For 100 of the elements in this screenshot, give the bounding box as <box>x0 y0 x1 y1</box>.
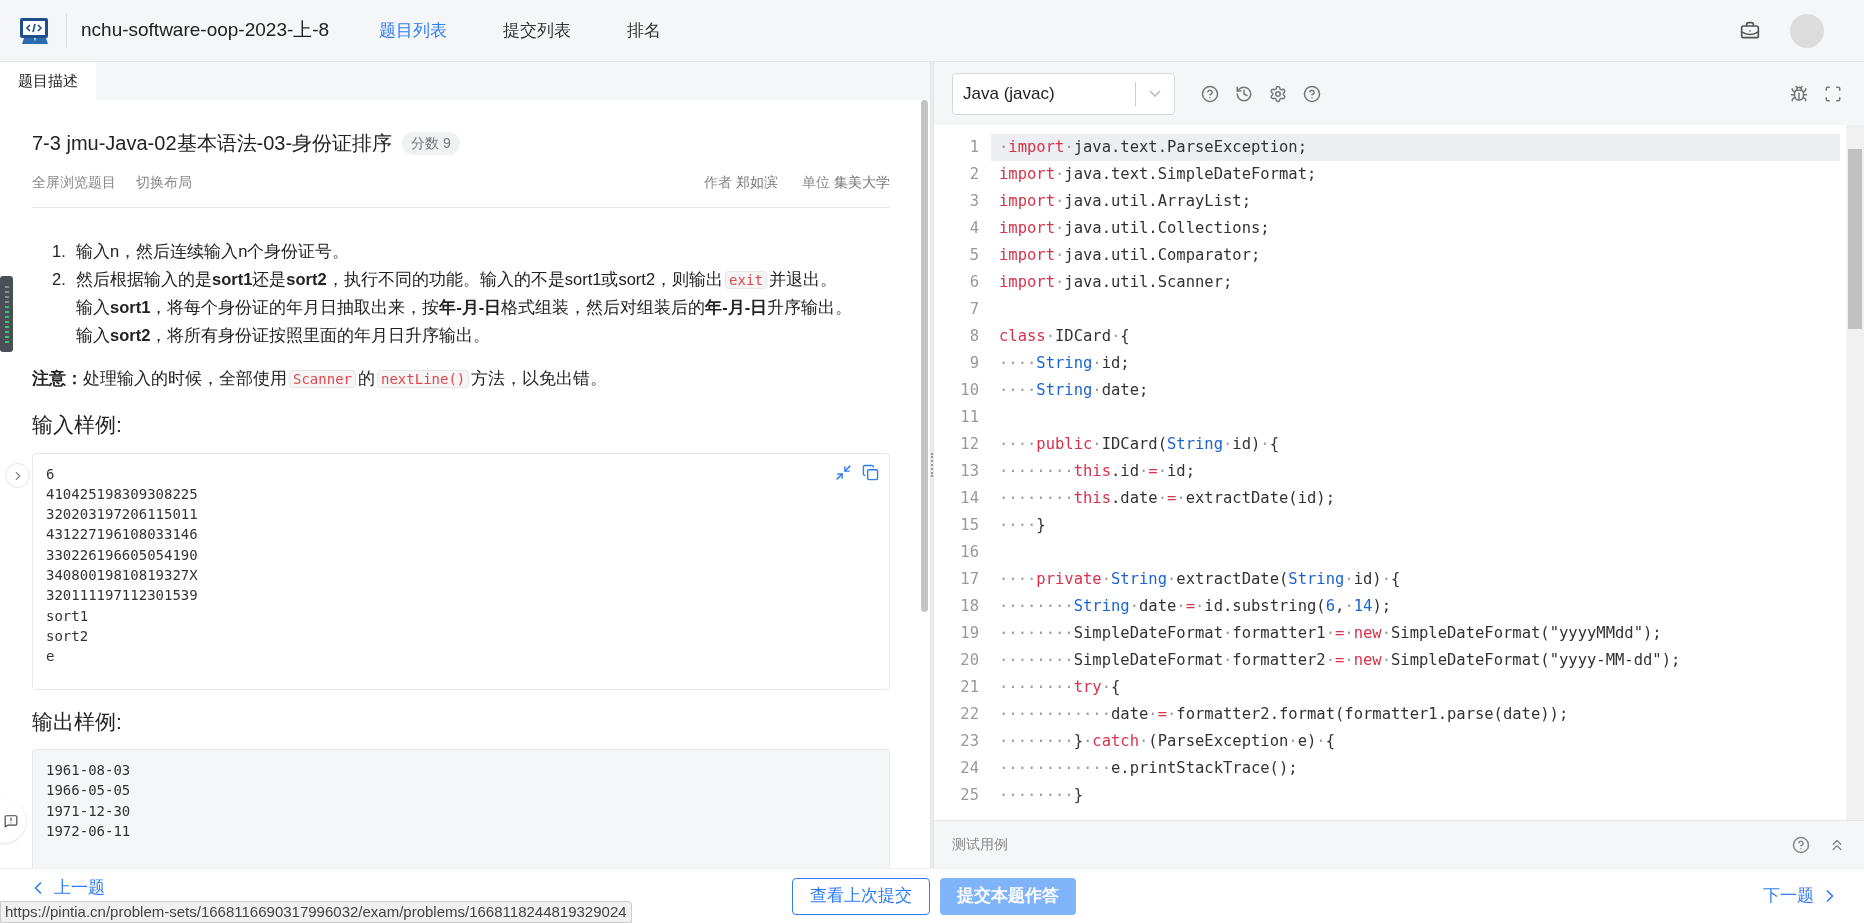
sample-line: 320203197206115011 <box>46 505 198 525</box>
sample-line: 431227196108033146 <box>46 525 198 545</box>
line-number: 2 <box>968 163 979 185</box>
inline-code: nextLine() <box>377 370 470 388</box>
code-line: ····private·String·extractDate(String·id)·{ <box>999 568 1401 590</box>
code-line: ········SimpleDateFormat·formatter1·=·new·SimpleDateFormat("yyyyMMdd"); <box>999 622 1662 644</box>
sample-line: 410425198309308225 <box>46 484 198 504</box>
line-number: 16 <box>959 541 979 563</box>
line-number: 18 <box>959 595 979 617</box>
line-number: 5 <box>968 244 979 266</box>
link-status-tooltip: https://pintia.cn/problem-sets/1668116690317996032/exam/problems/1668118244819329024 <box>0 901 632 923</box>
line-number: 10 <box>959 379 979 401</box>
list-text: 输入n，然后连续输入n个身份证号。 <box>76 241 350 262</box>
list-number: 1. <box>52 241 67 262</box>
sample-line: e <box>46 647 55 667</box>
inline-code: exit <box>725 270 767 289</box>
line-number: 12 <box>959 433 979 455</box>
sample-line: 1966-05-05 <box>46 781 131 801</box>
sample-line: 330226196605054190 <box>46 545 198 565</box>
fullscreen-icon[interactable] <box>1824 84 1842 103</box>
line-number: 15 <box>959 514 979 536</box>
code-line: ············e.printStackTrace(); <box>999 757 1298 779</box>
meter-widget-icon[interactable] <box>0 276 13 352</box>
sample-line: 34080019810819327X <box>46 566 198 585</box>
settings-icon[interactable] <box>1269 84 1287 103</box>
line-number: 6 <box>968 271 979 293</box>
expand-button[interactable] <box>5 463 30 488</box>
code-line: import·java.util.Collections; <box>999 217 1270 239</box>
view-last-submission-button[interactable]: 查看上次提交 <box>792 877 930 915</box>
line-number: 25 <box>959 784 979 806</box>
sample-line: 6 <box>46 464 55 484</box>
code-line: ········SimpleDateFormat·formatter2·=·new·SimpleDateFormat("yyyy-MM-dd"); <box>999 649 1681 671</box>
language-select[interactable]: Java (javac) <box>952 72 1175 115</box>
line-number: 9 <box>968 352 979 374</box>
test-panel-label: 测试用例 <box>952 835 1009 854</box>
line-number: 3 <box>968 190 979 212</box>
help-icon[interactable] <box>1303 84 1321 103</box>
feedback-icon <box>4 814 18 828</box>
help-icon[interactable] <box>1201 84 1219 103</box>
line-number: 11 <box>959 406 979 428</box>
note-text: 注意：处理输入的时候，全部使用 Scanner 的 nextLine() 方法，以免出错。 <box>32 368 609 390</box>
line-number: 8 <box>968 325 979 347</box>
problem-title: 7-3 jmu-Java-02基本语法-03-身份证排序 <box>32 131 393 156</box>
submit-button[interactable]: 提交本题作答 <box>940 877 1076 915</box>
code-line: ········this.date·=·extractDate(id); <box>999 487 1335 509</box>
nav-tab[interactable]: 题目列表 <box>351 17 476 44</box>
copy-icon[interactable] <box>862 463 879 481</box>
scrollbar-thumb[interactable] <box>921 100 928 612</box>
code-line: ····String·id; <box>999 352 1130 374</box>
line-number: 14 <box>959 487 979 509</box>
code-line: import·java.text.SimpleDateFormat; <box>999 163 1317 185</box>
panel-tab[interactable]: 题目描述 <box>0 62 96 100</box>
line-number: 22 <box>959 703 979 725</box>
action-link[interactable]: 全屏浏览题目 <box>32 172 116 193</box>
meta-text: 作者 郑如滨 <box>704 173 779 192</box>
code-line: ········}·catch·(ParseException·e)·{ <box>999 730 1336 752</box>
next-link[interactable]: 下一题 <box>1763 883 1840 909</box>
prev-link[interactable]: 上一题 <box>28 875 105 901</box>
code-line: ············date·=·formatter2.format(formatter1.parse(date)); <box>999 703 1569 725</box>
test-panel-bar[interactable]: 测试用例 <box>934 820 1864 868</box>
line-number: 21 <box>959 676 979 698</box>
code-line: import·java.util.ArrayList; <box>999 190 1251 212</box>
line-number: 24 <box>959 757 979 779</box>
briefcase-icon[interactable] <box>1740 20 1760 41</box>
meta-text: 单位 集美大学 <box>802 173 890 192</box>
list-text: 然后根据输入的是sort1还是sort2，执行不同的功能。输入的不是sort1或sort2，则输出 exit 并退出。 <box>76 268 838 291</box>
line-number: 17 <box>959 568 979 590</box>
code-line: ····String·date; <box>999 379 1149 401</box>
list-number: 2. <box>52 268 67 290</box>
code-line: ········try·{ <box>999 676 1121 698</box>
code-line: ········this.id·=·id; <box>999 460 1195 482</box>
code-line: import·java.util.Scanner; <box>999 271 1233 293</box>
sample-line: 1971-12-30 <box>46 801 131 821</box>
code-line: ········} <box>999 784 1083 806</box>
sample-line: 1961-08-03 <box>46 761 131 780</box>
nav-tab[interactable]: 排名 <box>599 17 690 44</box>
line-number: 4 <box>968 217 979 239</box>
code-line: ·import·java.text.ParseException; <box>999 136 1307 158</box>
scrollbar-thumb[interactable] <box>1848 149 1862 329</box>
line-number: 19 <box>959 622 979 644</box>
sample-heading: 输出样例: <box>32 708 123 735</box>
line-number: 1 <box>968 136 979 158</box>
contest-title: nchu-software-oop-2023-上-8 <box>81 18 330 43</box>
line-number: 7 <box>968 298 979 320</box>
list-text: 输入sort2，将所有身份证按照里面的年月日升序输出。 <box>76 324 492 346</box>
code-line: ····public·IDCard(String·id)·{ <box>999 433 1280 455</box>
inline-code: Scanner <box>289 370 356 388</box>
code-line: import·java.util.Comparator; <box>999 244 1261 266</box>
list-text: 输入sort1，将每个身份证的年月日抽取出来，按年-月-日格式组装，然后对组装后的年-月-日升序输出。 <box>76 297 853 318</box>
bug-icon[interactable] <box>1790 84 1808 103</box>
action-link[interactable]: 切换布局 <box>136 172 192 193</box>
code-line: class·IDCard·{ <box>999 325 1130 347</box>
code-line: ········String·date·=·id.substring(6,·14); <box>999 595 1392 617</box>
nav-tab[interactable]: 提交列表 <box>475 17 600 44</box>
sample-line: sort2 <box>46 626 89 646</box>
chevron-down-icon <box>1149 90 1161 97</box>
collapse-icon[interactable] <box>835 463 852 481</box>
help-icon[interactable] <box>1792 835 1810 854</box>
history-icon[interactable] <box>1235 84 1253 103</box>
sample-line: 320111197112301539 <box>46 586 198 606</box>
